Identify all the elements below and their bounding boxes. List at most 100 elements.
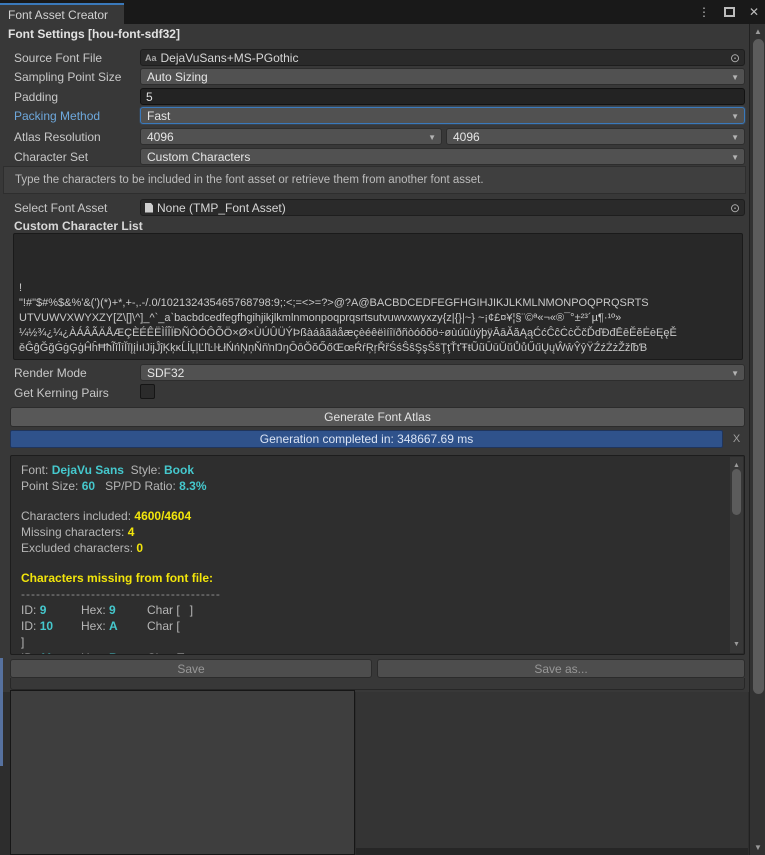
- point-size-label: Point Size:: [21, 479, 78, 493]
- chevron-down-icon: ▼: [731, 133, 739, 142]
- id-label: ID:: [21, 651, 36, 655]
- get-kerning-pairs-checkbox[interactable]: [140, 384, 155, 399]
- included-value: 4600/4604: [134, 509, 191, 523]
- window-scrollbar[interactable]: ▲ ▼: [749, 24, 765, 855]
- hex-label: Hex:: [81, 619, 106, 633]
- tab-font-asset-creator[interactable]: Font Asset Creator: [0, 3, 124, 24]
- generate-font-atlas-button[interactable]: Generate Font Atlas: [10, 407, 745, 427]
- select-font-asset-field[interactable]: None (TMP_Font Asset) ⊙: [140, 199, 745, 216]
- maximize-icon[interactable]: [724, 7, 735, 17]
- result-included-line: Characters included: 4600/4604: [21, 508, 720, 524]
- preview-bottom-edge: [356, 848, 748, 855]
- missing-chars-header: Characters missing from font file:: [21, 570, 720, 586]
- sampling-point-size-value: Auto Sizing: [147, 70, 208, 84]
- id-label: ID:: [21, 603, 36, 617]
- id-value: 10: [40, 619, 53, 633]
- padding-value: 5: [146, 90, 153, 104]
- render-mode-value: SDF32: [147, 366, 184, 380]
- chevron-down-icon: ▼: [731, 112, 739, 121]
- id-value: 9: [40, 603, 47, 617]
- atlas-preview-panel: [10, 690, 355, 855]
- char-label: Char: [147, 603, 173, 617]
- font-value: DejaVu Sans: [52, 463, 124, 477]
- hex-value: A: [109, 619, 118, 633]
- save-button-label: Save: [177, 662, 204, 676]
- char-label: Char: [147, 619, 173, 633]
- missing-char-row: ID: 9Hex: 9Char [ ]: [21, 602, 720, 618]
- object-picker-icon[interactable]: ⊙: [730, 51, 740, 65]
- packing-method-label: Packing Method: [14, 109, 100, 123]
- hex-label: Hex:: [81, 603, 106, 617]
- ratio-label: SP/PD Ratio:: [105, 479, 176, 493]
- ratio-value: 8.3%: [179, 479, 206, 493]
- get-kerning-pairs-label: Get Kerning Pairs: [14, 386, 109, 400]
- window-tab-bar: Font Asset Creator ⋮ ✕: [0, 0, 765, 24]
- save-as-button[interactable]: Save as...: [377, 659, 745, 678]
- window-controls: ⋮ ✕: [698, 0, 759, 24]
- scroll-down-icon[interactable]: ▼: [730, 637, 743, 653]
- atlas-height-dropdown[interactable]: 4096 ▼: [446, 128, 745, 145]
- sampling-point-size-dropdown[interactable]: Auto Sizing ▼: [140, 68, 745, 85]
- char-value: Π: [176, 651, 185, 655]
- packing-method-value: Fast: [147, 109, 170, 123]
- result-missing-line: Missing characters: 4: [21, 524, 720, 540]
- object-picker-icon[interactable]: ⊙: [730, 201, 740, 215]
- chevron-down-icon: ▼: [731, 153, 739, 162]
- page-title: Font Settings [hou-font-sdf32]: [8, 27, 180, 41]
- missing-value: 4: [128, 525, 135, 539]
- missing-label: Missing characters:: [21, 525, 124, 539]
- excluded-label: Excluded characters:: [21, 541, 133, 555]
- excluded-value: 0: [136, 541, 143, 555]
- font-label: Font:: [21, 463, 48, 477]
- source-font-file-value: DejaVuSans+MS-PGothic: [161, 51, 299, 65]
- progress-close-button[interactable]: X: [728, 430, 745, 448]
- help-text: Type the characters to be included in th…: [15, 174, 484, 186]
- render-mode-dropdown[interactable]: SDF32 ▼: [140, 364, 745, 381]
- font-asset-icon: [145, 203, 153, 213]
- char-label: Char: [147, 651, 173, 655]
- generate-button-label: Generate Font Atlas: [324, 410, 431, 424]
- font-file-icon: Aa: [145, 53, 157, 63]
- window-scrollbar-thumb[interactable]: [753, 39, 764, 694]
- atlas-width-value: 4096: [147, 130, 174, 144]
- generation-progress-bar: Generation completed in: 348667.69 ms: [10, 430, 723, 448]
- scroll-up-icon[interactable]: ▲: [750, 27, 765, 36]
- hex-label: Hex:: [81, 651, 106, 655]
- char-value: [ ]: [176, 603, 193, 617]
- close-icon[interactable]: ✕: [749, 5, 759, 19]
- chevron-down-icon: ▼: [428, 133, 436, 142]
- padding-label: Padding: [14, 90, 58, 104]
- results-scrollbar-thumb[interactable]: [732, 469, 741, 515]
- render-mode-label: Render Mode: [14, 366, 87, 380]
- save-as-button-label: Save as...: [534, 662, 587, 676]
- atlas-height-value: 4096: [453, 130, 480, 144]
- id-label: ID:: [21, 619, 36, 633]
- progress-message: Generation completed in: 348667.69 ms: [260, 432, 473, 446]
- result-size-line: Point Size: 60 SP/PD Ratio: 8.3%: [21, 478, 720, 494]
- sampling-point-size-label: Sampling Point Size: [14, 70, 121, 84]
- tab-label: Font Asset Creator: [8, 8, 108, 22]
- source-font-file-field[interactable]: Aa DejaVuSans+MS-PGothic ⊙: [140, 49, 745, 66]
- char-value: [: [176, 619, 179, 633]
- packing-method-dropdown[interactable]: Fast ▼: [140, 107, 745, 124]
- style-value: Book: [164, 463, 194, 477]
- section-bottom-border: [10, 678, 745, 690]
- result-excluded-line: Excluded characters: 0: [21, 540, 720, 556]
- style-label: Style:: [131, 463, 161, 477]
- save-button[interactable]: Save: [10, 659, 372, 678]
- custom-character-list-textarea[interactable]: ! "!#"$#%$&%'&(')(*)+*,+-,.-/.0/10213243…: [13, 233, 743, 360]
- padding-input[interactable]: 5: [140, 88, 745, 105]
- atlas-width-dropdown[interactable]: 4096 ▼: [140, 128, 442, 145]
- divider-line: ----------------------------------------: [21, 586, 720, 602]
- source-font-file-label: Source Font File: [14, 51, 102, 65]
- select-font-asset-label: Select Font Asset: [14, 201, 107, 215]
- kebab-menu-icon[interactable]: ⋮: [698, 5, 710, 19]
- hex-value: 9: [109, 603, 116, 617]
- character-set-dropdown[interactable]: Custom Characters ▼: [140, 148, 745, 165]
- chevron-down-icon: ▼: [731, 369, 739, 378]
- scroll-down-icon[interactable]: ▼: [750, 843, 765, 852]
- generation-results-panel: Font: DejaVu Sans Style: Book Point Size…: [10, 455, 745, 655]
- character-set-label: Character Set: [14, 150, 88, 164]
- missing-char-continuation: ]: [21, 634, 720, 650]
- results-scrollbar[interactable]: ▲ ▼: [730, 457, 743, 653]
